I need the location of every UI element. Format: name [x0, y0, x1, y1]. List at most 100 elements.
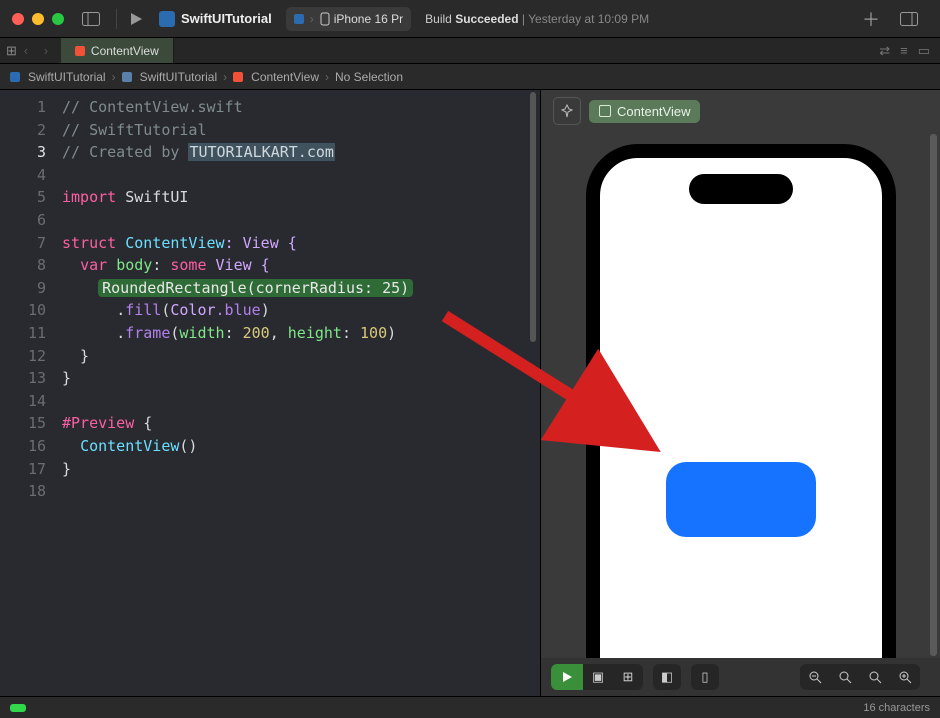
code-text: [62, 301, 116, 319]
project-name-label: SwiftUITutorial: [181, 11, 272, 26]
zoom-actual-button[interactable]: [860, 664, 890, 690]
zoom-out-button[interactable]: [800, 664, 830, 690]
traffic-lights: [12, 13, 64, 25]
scheme-app-icon: [294, 14, 304, 24]
code-text: (): [179, 437, 197, 455]
tab-label: ContentView: [91, 44, 159, 58]
preview-canvas[interactable]: [541, 132, 940, 696]
tab-contentview[interactable]: ContentView: [61, 38, 174, 63]
code-type: ContentView: [80, 437, 179, 455]
line-number-gutter: 123456789101112131415161718: [0, 90, 60, 696]
device-settings-group: ◧: [653, 664, 681, 690]
breadcrumb-file[interactable]: ContentView: [233, 70, 319, 84]
code-area[interactable]: // ContentView.swift // SwiftTutorial //…: [60, 90, 540, 696]
code-keyword: var: [80, 256, 107, 274]
preview-scrollbar[interactable]: [926, 134, 938, 656]
code-type: Color: [170, 301, 215, 319]
project-icon: [10, 72, 20, 82]
zoom-controls-group: [800, 664, 920, 690]
pin-preview-button[interactable]: [553, 97, 581, 125]
code-text: SwiftUI: [125, 188, 188, 206]
code-param: height: [288, 324, 342, 342]
play-icon: [561, 671, 573, 683]
code-identifier: body: [116, 256, 152, 274]
adjust-editor-icon[interactable]: ≡: [900, 43, 908, 58]
code-text: ): [387, 324, 396, 342]
selectable-preview-button[interactable]: ▣: [583, 664, 613, 690]
project-title[interactable]: SwiftUITutorial: [159, 11, 272, 27]
breadcrumb: SwiftUITutorial › SwiftUITutorial › Cont…: [0, 64, 940, 90]
scheme-chevron-icon: ›: [310, 12, 314, 26]
code-editor[interactable]: 123456789101112131415161718 // ContentVi…: [0, 90, 540, 696]
counterpart-icon[interactable]: ⇄: [879, 43, 890, 59]
window-zoom-button[interactable]: [52, 13, 64, 25]
add-button[interactable]: ＋: [858, 6, 884, 32]
code-func: fill: [125, 301, 161, 319]
editor-scrollbar[interactable]: [526, 90, 538, 696]
breadcrumb-symbol[interactable]: No Selection: [335, 70, 403, 84]
build-label: Build: [425, 12, 452, 26]
code-text: .: [116, 301, 125, 319]
code-text: }: [62, 347, 89, 365]
live-preview-button[interactable]: [551, 664, 583, 690]
run-button[interactable]: [123, 6, 149, 32]
window-minimize-button[interactable]: [32, 13, 44, 25]
zoom-icon: [838, 670, 852, 684]
chevron-right-icon: ›: [223, 70, 227, 84]
editor-layout-icon[interactable]: ▭: [918, 43, 930, 59]
window-close-button[interactable]: [12, 13, 24, 25]
breadcrumb-label: SwiftUITutorial: [140, 70, 218, 84]
highlighted-code: RoundedRectangle(cornerRadius: 25): [98, 279, 413, 297]
selection-count-label: 16 characters: [863, 702, 930, 714]
status-bar: 16 characters: [0, 696, 940, 718]
code-text: : View {: [225, 234, 297, 252]
code-text: }: [62, 369, 71, 387]
breadcrumb-folder[interactable]: SwiftUITutorial: [122, 70, 218, 84]
breadcrumb-label: SwiftUITutorial: [28, 70, 106, 84]
code-text: :: [342, 324, 360, 342]
code-text: :: [225, 324, 243, 342]
code-text: // ContentView.swift: [62, 98, 243, 116]
zoom-out-icon: [808, 670, 822, 684]
pin-icon: [561, 104, 573, 118]
code-text: {: [134, 414, 152, 432]
device-rotate-button[interactable]: ▯: [691, 664, 719, 690]
library-toggle-icon[interactable]: [896, 6, 922, 32]
build-time: Yesterday at 10:09 PM: [528, 12, 649, 26]
nav-forward-icon[interactable]: ›: [37, 43, 55, 58]
zoom-in-button[interactable]: [890, 664, 920, 690]
code-keyword: import: [62, 188, 116, 206]
zoom-icon: [868, 670, 882, 684]
device-notch: [689, 174, 793, 204]
code-number: 200: [243, 324, 270, 342]
preview-controls-group: ▣ ⊞: [551, 664, 643, 690]
nav-back-icon[interactable]: ‹: [17, 43, 35, 58]
code-keyword: struct: [62, 234, 116, 252]
code-text: .blue: [216, 301, 261, 319]
selected-text: TUTORIALKART.com: [188, 143, 335, 161]
sidebar-toggle-icon[interactable]: [78, 6, 104, 32]
code-text: ): [261, 301, 270, 319]
device-settings-button[interactable]: ◧: [653, 664, 681, 690]
preview-selector[interactable]: ContentView: [589, 100, 700, 123]
build-result: Succeeded: [455, 12, 518, 26]
device-icon: [320, 12, 330, 26]
rendered-rounded-rectangle: [666, 462, 816, 537]
window-titlebar: SwiftUITutorial › iPhone 16 Pr Build Suc…: [0, 0, 940, 38]
scheme-selector[interactable]: › iPhone 16 Pr: [286, 7, 411, 31]
code-text: [62, 256, 80, 274]
status-indicator-icon[interactable]: [10, 704, 26, 712]
preview-pane: ContentView ▣ ⊞ ◧ ▯: [540, 90, 940, 696]
code-text: }: [62, 460, 71, 478]
zoom-fit-button[interactable]: [830, 664, 860, 690]
related-items-icon[interactable]: ⊞: [6, 43, 15, 59]
build-status[interactable]: Build Succeeded | Yesterday at 10:09 PM: [425, 12, 649, 26]
code-func: frame: [125, 324, 170, 342]
code-text: // SwiftTutorial: [62, 121, 207, 139]
code-text: // Created by: [62, 143, 188, 161]
variants-preview-button[interactable]: ⊞: [613, 664, 643, 690]
code-text: ,: [270, 324, 288, 342]
breadcrumb-project[interactable]: SwiftUITutorial: [10, 70, 106, 84]
scheme-device-label: iPhone 16 Pr: [334, 12, 403, 26]
breadcrumb-label: ContentView: [251, 70, 319, 84]
